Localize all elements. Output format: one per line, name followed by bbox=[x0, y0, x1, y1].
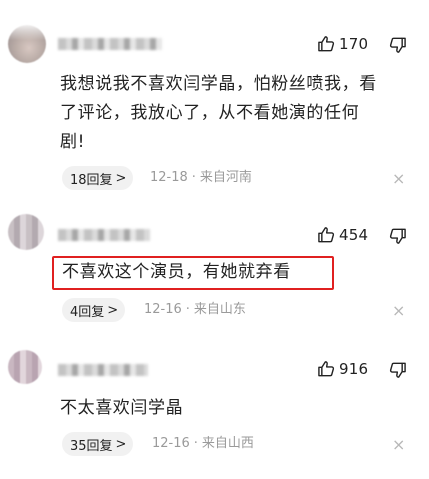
thumb-up-icon bbox=[318, 36, 335, 52]
comment-text-line: 剧! bbox=[60, 132, 86, 152]
thumb-up-icon bbox=[318, 227, 335, 243]
username-blurred[interactable] bbox=[58, 38, 162, 50]
like-count: 170 bbox=[339, 35, 369, 53]
close-icon[interactable]: × bbox=[392, 303, 405, 319]
reply-count-button[interactable]: 4回复 > bbox=[62, 298, 126, 322]
username-blurred[interactable] bbox=[58, 364, 148, 376]
comment-location: 来自山东 bbox=[193, 302, 246, 317]
like-count: 454 bbox=[339, 226, 369, 244]
close-icon[interactable]: × bbox=[392, 171, 405, 187]
close-icon[interactable]: × bbox=[392, 437, 405, 453]
comment-date: 12-16 bbox=[144, 302, 182, 317]
chevron-right-icon: > bbox=[107, 302, 119, 318]
comment-date: 12-16 bbox=[152, 436, 190, 451]
reply-count-label: 35回复 bbox=[70, 438, 113, 454]
thumb-down-icon[interactable] bbox=[388, 35, 408, 55]
comment-location: 来自河南 bbox=[199, 170, 252, 185]
comment-text-line: 了评论，我放心了，从不看她演的任何 bbox=[60, 103, 360, 123]
comment-text: 不喜欢这个演员，有她就弃看 bbox=[62, 262, 291, 282]
comment-item: 916 不太喜欢闫学晶 35回复 > 12-16 · 来自山西 × bbox=[0, 340, 429, 479]
comment-date: 12-18 bbox=[150, 170, 188, 185]
chevron-right-icon: > bbox=[115, 170, 127, 186]
comment-list: 170 我想说我不喜欢闫学晶，怕粉丝喷我，看 了评论，我放心了，从不看她演的任何… bbox=[0, 0, 429, 479]
reply-count-button[interactable]: 18回复 > bbox=[62, 166, 134, 190]
reply-count-button[interactable]: 35回复 > bbox=[62, 432, 134, 456]
like-button[interactable]: 454 bbox=[316, 225, 368, 245]
like-count: 916 bbox=[339, 360, 369, 378]
avatar[interactable] bbox=[8, 350, 42, 384]
username-blurred[interactable] bbox=[58, 229, 150, 241]
chevron-right-icon: > bbox=[115, 436, 127, 452]
comment-meta: 12-16 · 来自山西 bbox=[152, 436, 254, 451]
reply-count-label: 4回复 bbox=[70, 304, 105, 320]
avatar[interactable] bbox=[8, 214, 44, 250]
thumb-up-icon bbox=[318, 361, 335, 377]
comment-meta: 12-16 · 来自山东 bbox=[144, 302, 246, 317]
comment-text-line: 我想说我不喜欢闫学晶，怕粉丝喷我，看 bbox=[60, 74, 377, 94]
comment-text: 我想说我不喜欢闫学晶，怕粉丝喷我，看 了评论，我放心了，从不看她演的任何 剧! bbox=[60, 70, 420, 157]
comment-location: 来自山西 bbox=[201, 436, 254, 451]
comment-text: 不太喜欢闫学晶 bbox=[60, 398, 184, 418]
comment-item: 170 我想说我不喜欢闫学晶，怕粉丝喷我，看 了评论，我放心了，从不看她演的任何… bbox=[0, 0, 429, 200]
thumb-down-icon[interactable] bbox=[388, 226, 408, 246]
comment-meta: 12-18 · 来自河南 bbox=[150, 170, 252, 185]
thumb-down-icon[interactable] bbox=[388, 360, 408, 380]
like-button[interactable]: 170 bbox=[316, 34, 368, 54]
comment-item: 454 不喜欢这个演员，有她就弃看 4回复 > 12-16 · 来自山东 × bbox=[0, 200, 429, 340]
reply-count-label: 18回复 bbox=[70, 172, 113, 188]
like-button[interactable]: 916 bbox=[316, 359, 368, 379]
avatar[interactable] bbox=[8, 25, 46, 63]
